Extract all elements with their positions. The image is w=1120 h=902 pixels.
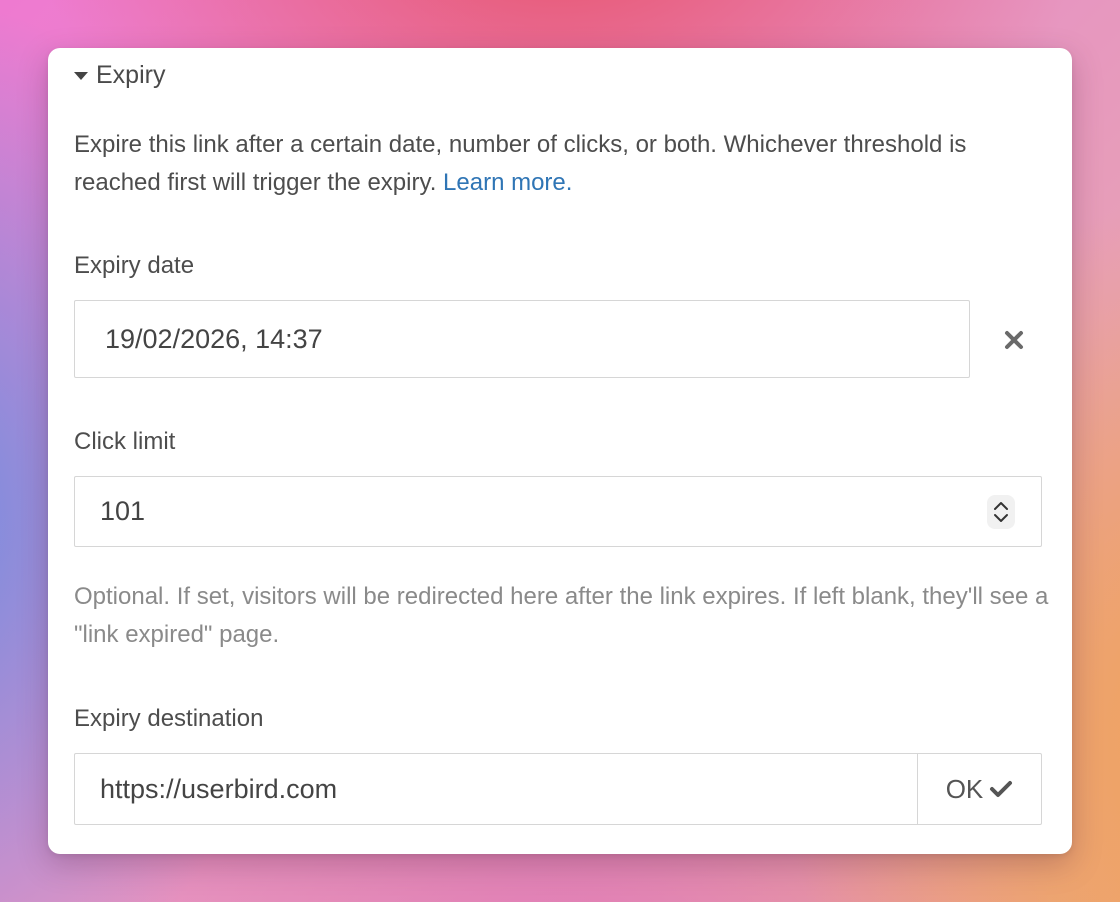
checkmark-icon xyxy=(990,781,1013,797)
caret-down-icon xyxy=(74,72,88,80)
number-stepper[interactable] xyxy=(987,495,1015,529)
click-limit-label: Click limit xyxy=(74,428,176,455)
expiry-destination-value: https://userbird.com xyxy=(100,773,338,804)
expiry-summary-toggle[interactable]: Expiry xyxy=(74,60,165,90)
click-limit-input[interactable]: 101 xyxy=(74,476,1042,547)
learn-more-link[interactable]: Learn more. xyxy=(443,169,572,196)
expiry-destination-input[interactable]: https://userbird.com xyxy=(75,754,917,824)
close-x-icon[interactable] xyxy=(1002,328,1026,352)
ok-button[interactable]: OK xyxy=(917,754,1041,824)
ok-button-label: OK xyxy=(945,773,984,804)
expiry-date-label: Expiry date xyxy=(74,252,195,279)
expiry-description: Expire this link after a certain date, n… xyxy=(74,126,1034,202)
expiry-date-value: 19/02/2026, 14:37 xyxy=(105,323,323,354)
expiry-destination-label: Expiry destination xyxy=(74,705,264,732)
expiry-date-input[interactable]: 19/02/2026, 14:37 xyxy=(74,300,970,378)
expiry-destination-group: https://userbird.com OK xyxy=(74,753,1042,825)
expiry-panel: Expiry Expire this link after a certain … xyxy=(48,48,1072,854)
click-limit-value: 101 xyxy=(100,496,146,526)
expiry-summary-label: Expiry xyxy=(96,60,166,89)
expiry-destination-help: Optional. If set, visitors will be redir… xyxy=(74,583,1049,648)
chevron-down-icon xyxy=(994,514,1008,522)
chevron-up-icon xyxy=(994,502,1008,510)
